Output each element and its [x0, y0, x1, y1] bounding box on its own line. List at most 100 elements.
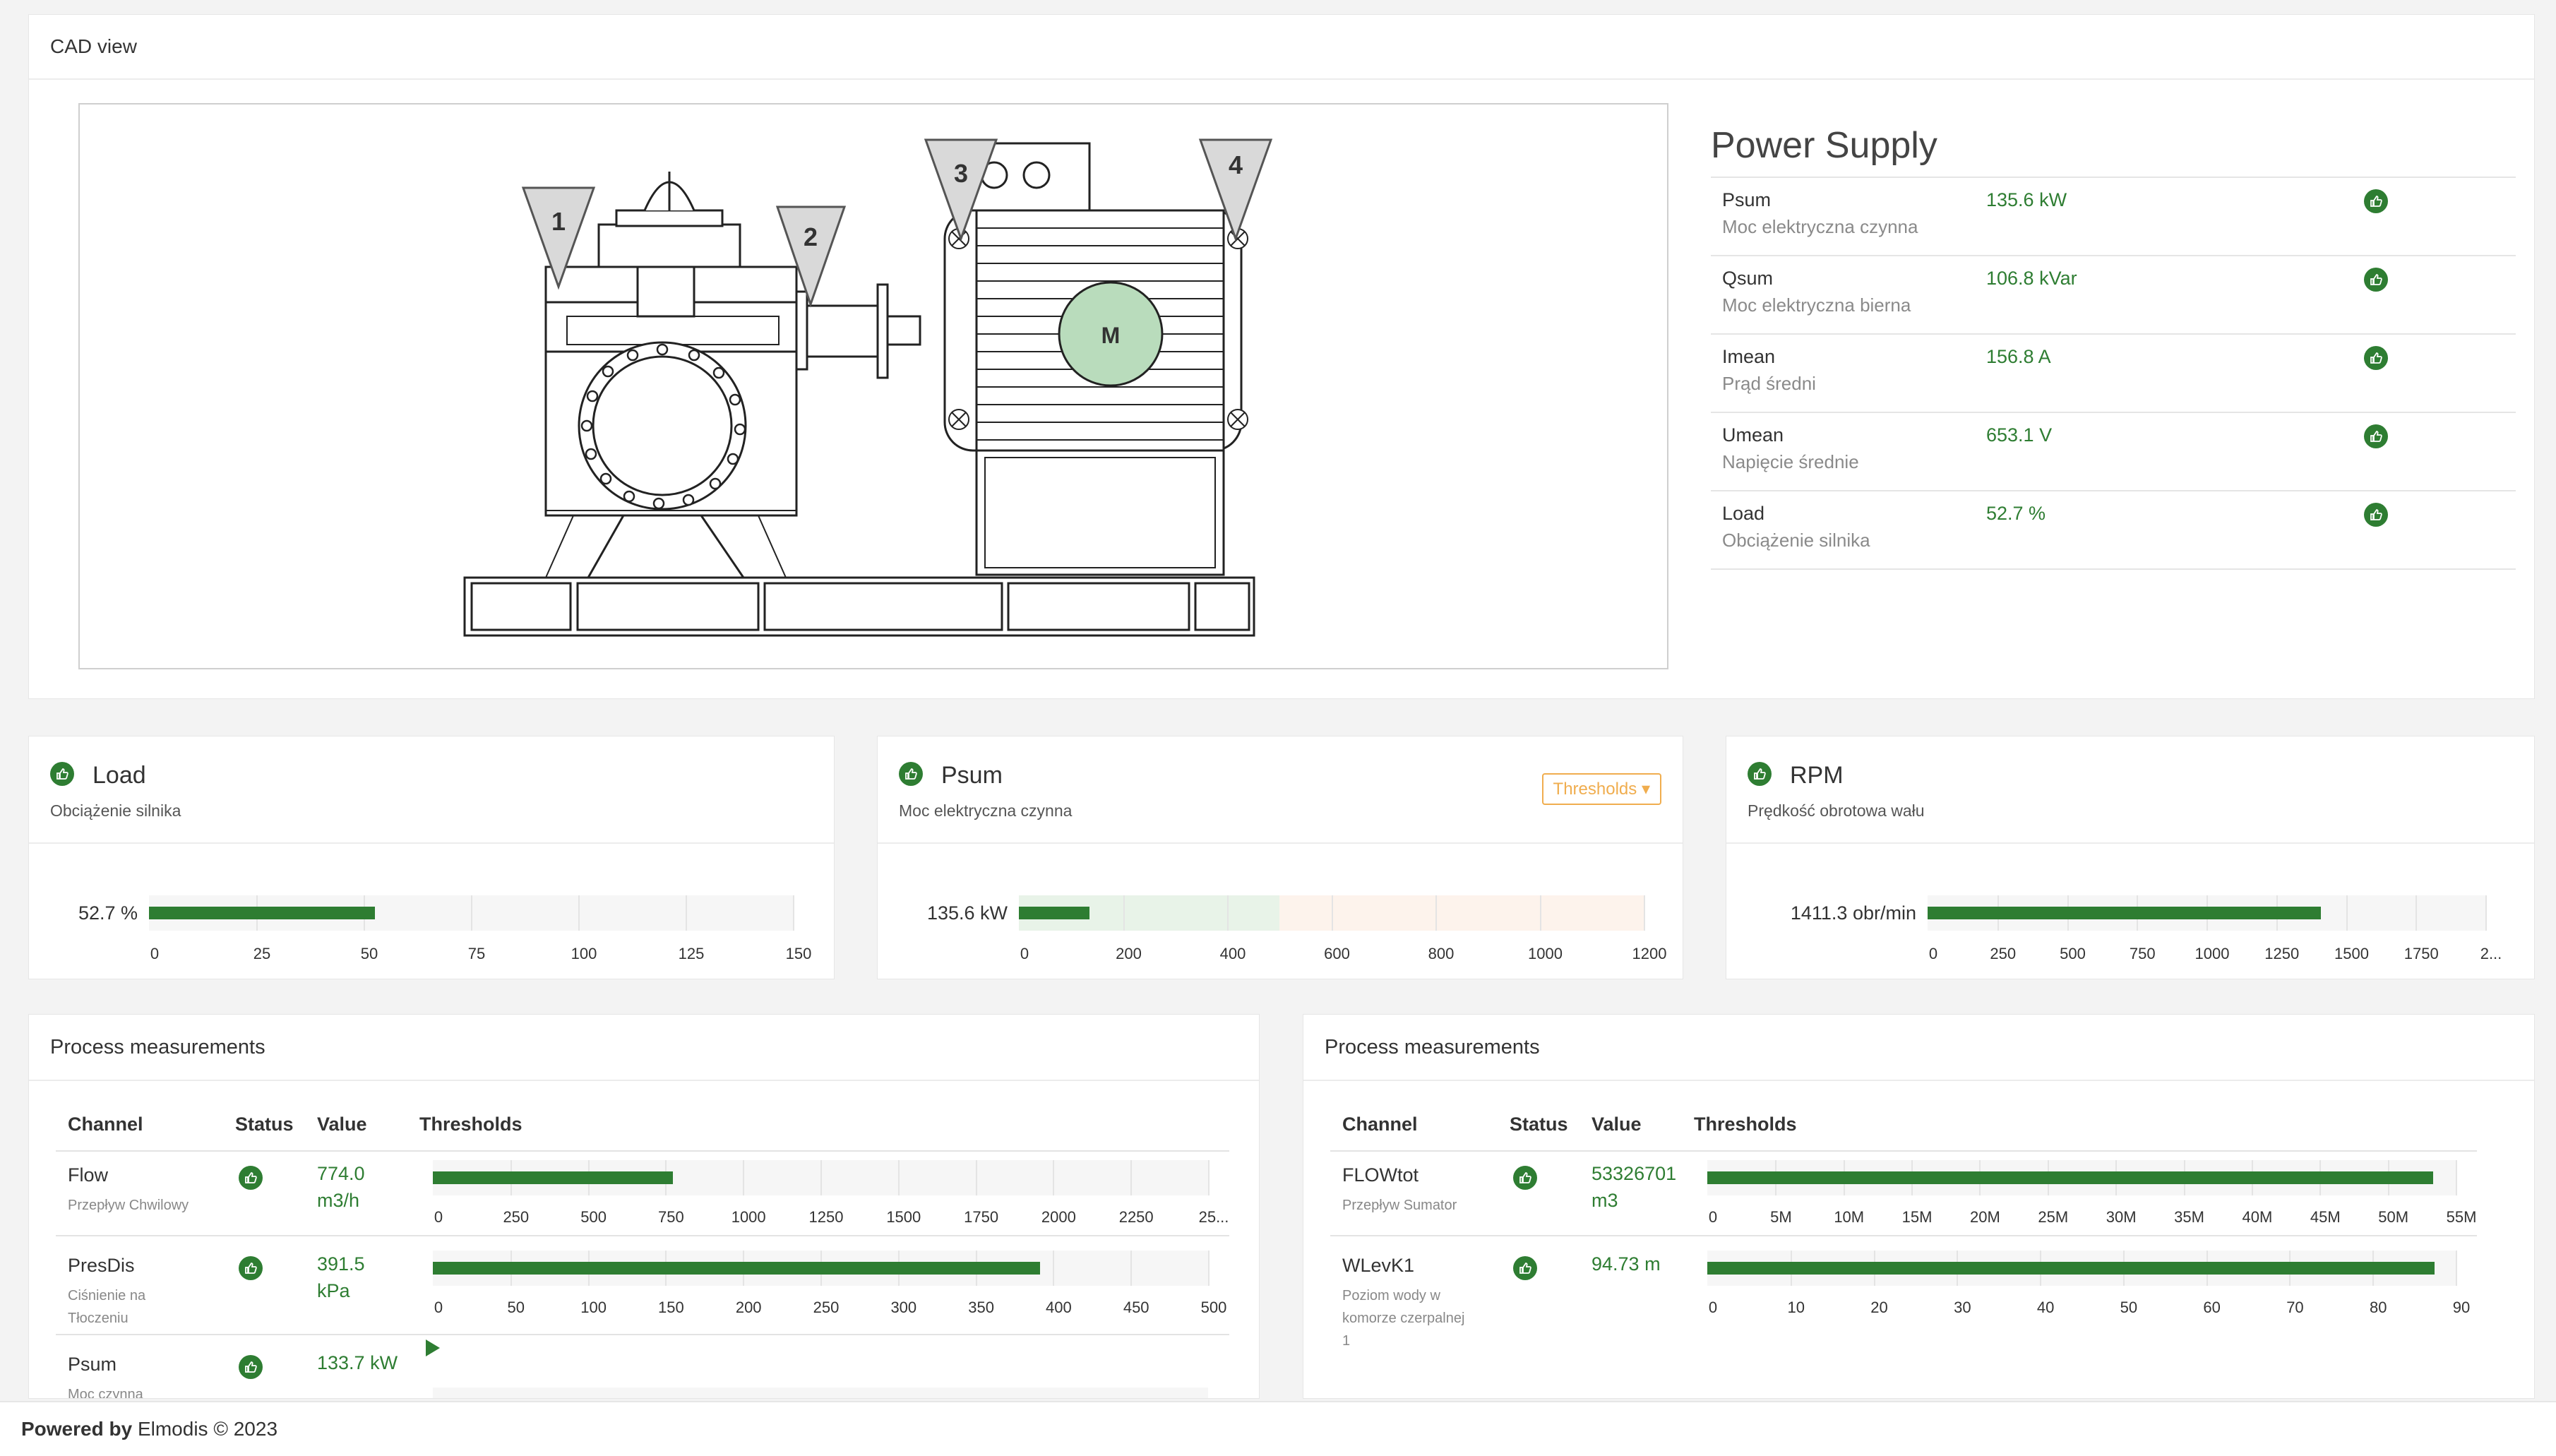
threshold-bar-track	[433, 1160, 1210, 1195]
tick-label: 400	[1219, 945, 1246, 962]
tick-label: 50	[360, 945, 378, 962]
channel-unit: m3/h	[317, 1190, 360, 1211]
column-header-status[interactable]: Status	[235, 1114, 294, 1135]
marker-1[interactable]: 1	[551, 207, 566, 236]
column-header-value[interactable]: Value	[317, 1114, 367, 1135]
tick-label: 40	[2036, 1299, 2055, 1316]
tick-label: 500	[2060, 945, 2086, 962]
thumbs-up-icon	[899, 762, 923, 786]
process-measurements-left: Process measurements Channel Status Value T…	[28, 1014, 1260, 1399]
threshold-bar-track	[433, 1388, 1208, 1398]
thresholds-dropdown-button[interactable]: Thresholds ▾	[1541, 773, 1661, 805]
power-row-name: Load	[1722, 503, 1765, 524]
power-row-qsum: Qsum Moc elektryczna bierna 106.8 kVar	[1711, 256, 2516, 335]
row-divider	[56, 1235, 1229, 1236]
tick-label: 20M	[1970, 1208, 2000, 1226]
tick-label: 1750	[2403, 945, 2439, 962]
channel-name[interactable]: Psum	[68, 1354, 117, 1376]
grid-line	[2456, 1251, 2457, 1286]
tick-label: 400	[1046, 1299, 1072, 1316]
column-header-thresholds[interactable]: Thresholds	[419, 1114, 522, 1135]
column-header-channel[interactable]: Channel	[68, 1114, 143, 1135]
grid-line	[1331, 895, 1333, 931]
tick-label: 1250	[808, 1208, 844, 1226]
power-row-desc: Prąd średni	[1722, 373, 1816, 394]
motor-label: M	[1101, 323, 1121, 348]
grid-line	[2485, 895, 2487, 931]
footer: Powered by Elmodis © 2023	[0, 1401, 2556, 1456]
grid-line	[1053, 1160, 1055, 1195]
marker-3[interactable]: 3	[954, 159, 968, 188]
rpm-gauge-panel: RPM Prędkość obrotowa wału 1411.3 obr/mi…	[1726, 736, 2535, 979]
tick-label: 75	[467, 945, 486, 962]
grid-line	[2456, 1160, 2457, 1195]
channel-unit: m3	[1591, 1190, 1618, 1211]
tick-label: 1500	[2334, 945, 2369, 962]
psum-gauge-subtitle: Moc elektryczna czynna	[899, 801, 1073, 820]
power-row-name: Psum	[1722, 189, 1772, 210]
tick-label: 50	[2120, 1299, 2138, 1316]
tick-label: 70	[2286, 1299, 2304, 1316]
column-header-status[interactable]: Status	[1510, 1114, 1568, 1135]
psum-gauge-panel: Psum Moc elektryczna czynna Thresholds ▾…	[877, 736, 1683, 979]
thumbs-up-icon	[1513, 1256, 1537, 1280]
tick-label: 0	[434, 1299, 443, 1316]
channel-description: Przepływ Chwilowy	[68, 1198, 189, 1213]
tick-label: 0	[434, 1208, 443, 1226]
power-row-desc: Moc elektryczna czynna	[1722, 216, 1918, 237]
tick-label: 25	[253, 945, 271, 962]
tick-label: 500	[580, 1208, 607, 1226]
tick-label: 125	[678, 945, 705, 962]
tick-label: 2000	[1041, 1208, 1076, 1226]
column-header-channel[interactable]: Channel	[1342, 1114, 1418, 1135]
tick-label: 0	[1928, 945, 1938, 962]
tick-label: 25M	[2038, 1208, 2069, 1226]
play-marker-icon	[426, 1339, 440, 1356]
row-divider	[1330, 1235, 2477, 1236]
column-header-value[interactable]: Value	[1591, 1114, 1642, 1135]
channel-name[interactable]: PresDis	[68, 1255, 135, 1277]
marker-4[interactable]: 4	[1229, 150, 1243, 179]
tick-label: 250	[503, 1208, 530, 1226]
grid-line	[1435, 895, 1437, 931]
thumbs-up-icon	[1513, 1166, 1537, 1190]
threshold-bar-fill	[433, 1171, 673, 1184]
threshold-bar-fill	[433, 1262, 1040, 1275]
channel-value: 391.5	[317, 1253, 365, 1275]
grid-line	[1227, 895, 1229, 931]
tick-label: 25...	[1198, 1208, 1229, 1226]
marker-2[interactable]: 2	[804, 222, 818, 251]
cad-drawing[interactable]: 1 2 3 4 M	[78, 103, 1668, 669]
psum-gauge-title: Psum	[941, 762, 1003, 789]
power-row-desc: Napięcie średnie	[1722, 451, 1859, 472]
tick-label: 30	[1954, 1299, 1971, 1316]
tick-label: 10M	[1834, 1208, 1865, 1226]
channel-description: komorze czerpalnej	[1342, 1311, 1465, 1326]
tick-label: 0	[1708, 1208, 1718, 1226]
rpm-gauge-fill	[1928, 907, 2322, 919]
grid-line	[578, 895, 580, 931]
power-row-value: 653.1 V	[1986, 424, 2053, 446]
tick-label: 800	[1428, 945, 1455, 962]
thumbs-up-icon	[239, 1355, 263, 1379]
grid-line	[2346, 895, 2348, 931]
column-header-thresholds[interactable]: Thresholds	[1694, 1114, 1797, 1135]
tick-label: 1200	[1632, 945, 1667, 962]
power-row-psum: Psum Moc elektryczna czynna 135.6 kW	[1711, 178, 2516, 256]
power-row-desc: Obciążenie silnika	[1722, 530, 1870, 551]
power-row-name: Imean	[1722, 346, 1776, 367]
channel-name[interactable]: WLevK1	[1342, 1255, 1414, 1277]
channel-name[interactable]: Flow	[68, 1164, 108, 1186]
tick-label: 15M	[1901, 1208, 1933, 1226]
tick-label: 1000	[1528, 945, 1563, 962]
tick-label: 350	[968, 1299, 994, 1316]
grid-line	[975, 1160, 977, 1195]
channel-description: Poziom wody w	[1342, 1288, 1440, 1303]
thumbs-up-icon	[2364, 503, 2388, 527]
grid-line	[1130, 1251, 1133, 1286]
channel-name[interactable]: FLOWtot	[1342, 1164, 1419, 1186]
grid-line	[1539, 895, 1541, 931]
power-row-value: 52.7 %	[1986, 503, 2046, 524]
threshold-bar-track	[1707, 1251, 2457, 1286]
thumbs-up-icon	[2364, 268, 2388, 292]
